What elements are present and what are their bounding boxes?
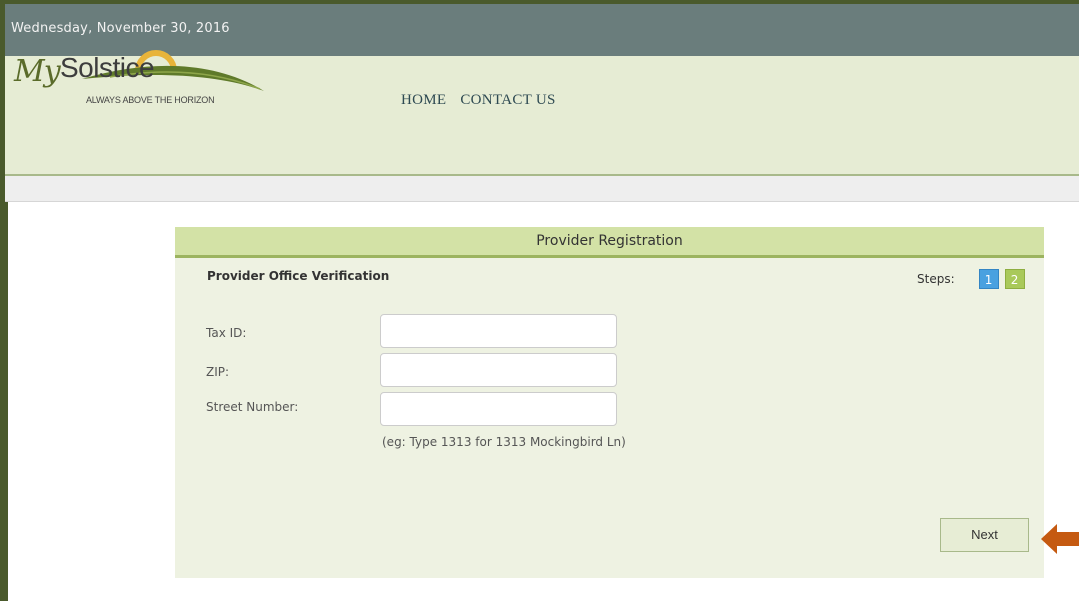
next-button[interactable]: Next: [940, 518, 1029, 552]
step-2-indicator: 2: [1004, 269, 1025, 289]
panel-title: Provider Registration: [536, 233, 683, 249]
zip-label: ZIP:: [206, 365, 230, 379]
zip-field[interactable]: [380, 353, 617, 387]
street-number-label: Street Number:: [206, 400, 299, 414]
steps-label: Steps:: [917, 272, 955, 286]
street-number-field[interactable]: [380, 392, 617, 426]
steps-indicator: Steps: 1 2: [917, 269, 1025, 289]
tax-id-label: Tax ID:: [206, 326, 247, 340]
step-1-indicator: 1: [978, 269, 999, 289]
logo-my-text: My: [14, 54, 61, 89]
nav-contact-link[interactable]: CONTACT US: [460, 92, 555, 109]
street-number-hint: (eg: Type 1313 for 1313 Mockingbird Ln): [382, 435, 626, 449]
section-title: Provider Office Verification: [207, 269, 390, 283]
nav-home-link[interactable]: HOME: [401, 92, 446, 109]
arrow-left-icon: [1041, 524, 1079, 554]
main-nav: HOME CONTACT US: [401, 92, 556, 109]
tax-id-field[interactable]: [380, 314, 617, 348]
logo-brand-text: Solstice: [60, 52, 155, 83]
panel-header: Provider Registration: [175, 227, 1044, 258]
sub-bar: [5, 176, 1079, 202]
logo-tagline: ALWAYS ABOVE THE HORIZON: [86, 95, 215, 105]
frame-left-border-lower: [5, 200, 8, 601]
registration-panel: Provider Registration Provider Office Ve…: [175, 227, 1044, 578]
